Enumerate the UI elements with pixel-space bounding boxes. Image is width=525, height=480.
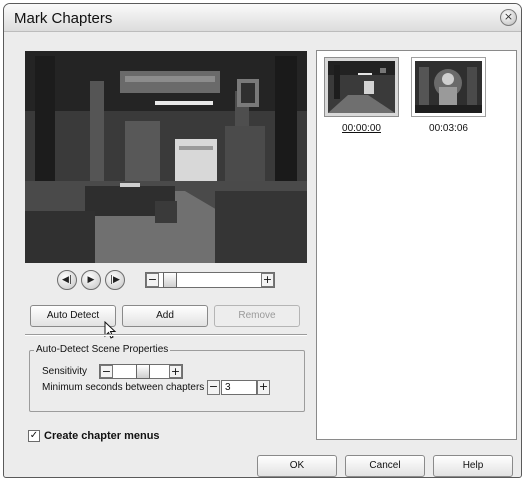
chapter-thumbnail-1[interactable] xyxy=(324,57,399,117)
play-icon[interactable]: ▶ xyxy=(81,270,101,290)
sensitivity-minus-button[interactable]: − xyxy=(100,365,113,378)
sensitivity-plus-button[interactable]: + xyxy=(169,365,182,378)
chapter-1-image xyxy=(328,61,395,113)
sensitivity-slider[interactable]: − + xyxy=(99,364,183,379)
chapter-thumbnail-2[interactable] xyxy=(411,57,486,117)
position-slider[interactable]: − + xyxy=(145,272,275,288)
min-seconds-plus-button[interactable]: + xyxy=(257,380,270,395)
sensitivity-slider-thumb[interactable] xyxy=(136,364,150,379)
min-seconds-input[interactable]: 3 xyxy=(221,380,257,395)
mouse-cursor-icon xyxy=(104,321,117,339)
skip-back-icon[interactable]: ◀| xyxy=(57,270,77,290)
cancel-button[interactable]: Cancel xyxy=(345,455,425,477)
scene-properties-title: Auto-Detect Scene Properties xyxy=(34,344,171,355)
chapter-list: 00:00:00 00:03:06 xyxy=(316,50,517,440)
min-seconds-minus-button[interactable]: − xyxy=(207,380,220,395)
position-slider-thumb[interactable] xyxy=(163,272,177,288)
remove-button[interactable]: Remove xyxy=(214,305,300,327)
close-icon[interactable]: × xyxy=(500,9,517,26)
create-chapter-menus-checkbox[interactable]: ✓ xyxy=(28,430,40,442)
create-chapter-menus-label: Create chapter menus xyxy=(44,430,160,442)
ok-button[interactable]: OK xyxy=(257,455,337,477)
separator xyxy=(25,334,307,336)
help-button[interactable]: Help xyxy=(433,455,513,477)
video-preview xyxy=(25,51,307,263)
title-bar: Mark Chapters × xyxy=(4,4,521,32)
temple-interior-image xyxy=(25,51,307,263)
sensitivity-label: Sensitivity xyxy=(42,366,88,377)
skip-forward-icon[interactable]: |▶ xyxy=(105,270,125,290)
dialog-title: Mark Chapters xyxy=(14,10,113,27)
min-seconds-label: Minimum seconds between chapters xyxy=(42,382,205,393)
mark-chapters-dialog: Mark Chapters × ◀| ▶ |▶ − + Auto Detect … xyxy=(3,3,522,478)
chapter-time-1: 00:00:00 xyxy=(342,123,381,134)
position-minus-button[interactable]: − xyxy=(146,273,159,287)
chapter-time-2: 00:03:06 xyxy=(429,123,468,134)
add-button[interactable]: Add xyxy=(122,305,208,327)
position-plus-button[interactable]: + xyxy=(261,273,274,287)
chapter-2-image xyxy=(415,61,482,113)
